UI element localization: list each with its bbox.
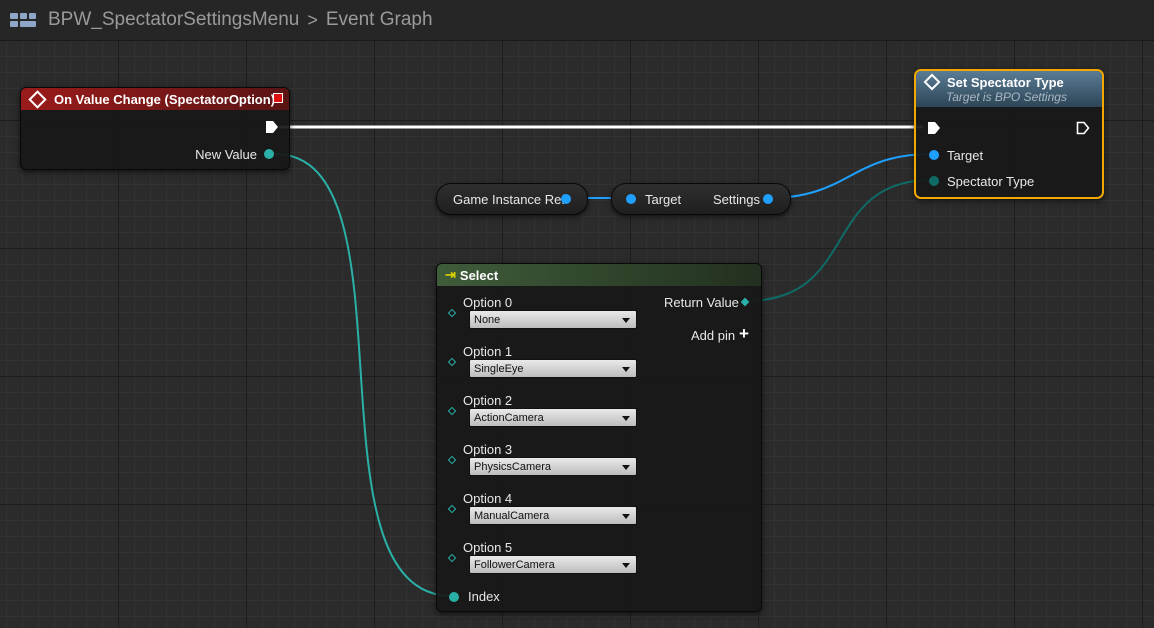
dropdown-arrow-icon (622, 367, 630, 372)
function-diamond-icon (923, 73, 941, 91)
index-pin[interactable] (449, 592, 459, 602)
option-4-label: Option 4 (463, 491, 513, 506)
set-exec-in-pin[interactable] (927, 121, 941, 135)
option-5-dropdown[interactable]: FollowerCamera (469, 555, 637, 574)
graph-name[interactable]: Event Graph (326, 9, 433, 31)
event-node-title: On Value Change (SpectatorOption) (54, 91, 276, 107)
option-1-label: Option 1 (463, 344, 513, 359)
option-1-dropdown[interactable]: SingleEye (469, 359, 637, 378)
option-4-value: ManualCamera (474, 510, 550, 522)
option-2-value: ActionCamera (474, 412, 544, 424)
event-diamond-icon (28, 89, 47, 109)
dropdown-arrow-icon (622, 514, 630, 519)
event-exec-out-pin[interactable] (265, 120, 279, 134)
return-value-pin[interactable] (740, 297, 750, 307)
dropdown-arrow-icon (622, 465, 630, 470)
new-value-to-index-wire (274, 153, 453, 597)
add-pin-label[interactable]: Add pin (691, 328, 735, 343)
option-1-value: SingleEye (474, 363, 524, 375)
blueprint-icon (10, 10, 36, 30)
graph-breadcrumb-bar: BPW_SpectatorSettingsMenu > Event Graph (0, 0, 1154, 41)
option-4-dropdown[interactable]: ManualCamera (469, 506, 637, 525)
game-instance-ref-label: Game Instance Ref (453, 192, 565, 207)
dropdown-arrow-icon (622, 416, 630, 421)
set-node-title: Set Spectator Type (947, 74, 1064, 90)
new-value-pin-label: New Value (195, 147, 257, 162)
get-settings-output-pin[interactable] (763, 194, 773, 204)
option-0-value: None (474, 314, 501, 326)
game-instance-ref-node[interactable]: Game Instance Ref (436, 183, 588, 215)
get-settings-target-label: Target (645, 192, 682, 207)
event-node-header[interactable]: On Value Change (SpectatorOption) (21, 88, 289, 110)
blueprint-name[interactable]: BPW_SpectatorSettingsMenu (48, 9, 299, 31)
option-2-dropdown[interactable]: ActionCamera (469, 408, 637, 427)
option-3-value: PhysicsCamera (474, 461, 552, 473)
set-node-header[interactable]: Set Spectator Type Target is BPO Setting… (916, 71, 1102, 107)
option-0-dropdown[interactable]: None (469, 310, 637, 329)
spectator-type-pin-label: Spectator Type (947, 174, 1035, 189)
option-0-label: Option 0 (463, 295, 513, 310)
settings-to-target-wire (767, 153, 933, 199)
delegate-pin-icon[interactable] (273, 93, 283, 103)
spectator-type-pin[interactable] (929, 176, 939, 186)
index-label: Index (468, 589, 500, 604)
set-spectator-type-node[interactable]: Set Spectator Type Target is BPO Setting… (914, 69, 1104, 199)
select-node-header[interactable]: ⇥ Select (437, 264, 761, 286)
on-value-change-event-node[interactable]: On Value Change (SpectatorOption) New Va… (20, 87, 290, 170)
set-exec-out-pin[interactable] (1076, 121, 1090, 135)
option-2-label: Option 2 (463, 393, 513, 408)
new-value-pin[interactable] (264, 149, 274, 159)
select-node-title: Select (459, 267, 499, 283)
option-3-label: Option 3 (463, 442, 513, 457)
select-icon: ⇥ (445, 267, 456, 282)
target-pin-label: Target (947, 148, 984, 163)
return-value-label: Return Value (664, 295, 739, 310)
option-5-label: Option 5 (463, 540, 513, 555)
set-node-subtitle: Target is BPO Settings (946, 89, 1067, 104)
option-5-value: FollowerCamera (474, 559, 555, 571)
add-pin-plus-icon[interactable]: + (739, 324, 749, 344)
get-settings-target-pin[interactable] (626, 194, 636, 204)
get-settings-output-label: Settings (713, 192, 760, 207)
dropdown-arrow-icon (622, 563, 630, 568)
breadcrumb-chevron-icon: > (307, 9, 318, 30)
get-settings-node[interactable]: Target Settings (611, 183, 791, 215)
game-instance-ref-out-pin[interactable] (561, 194, 571, 204)
target-pin[interactable] (929, 150, 939, 160)
option-3-dropdown[interactable]: PhysicsCamera (469, 457, 637, 476)
dropdown-arrow-icon (622, 318, 630, 323)
